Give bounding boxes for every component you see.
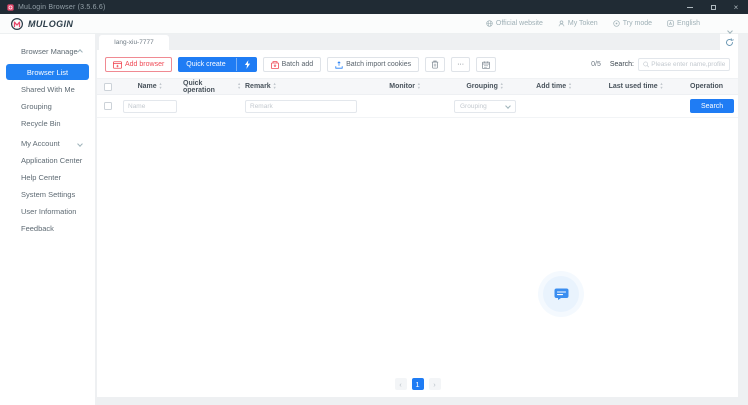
delete-button[interactable] bbox=[425, 57, 445, 72]
globe-icon bbox=[486, 20, 493, 27]
chevron-down-icon bbox=[727, 28, 733, 34]
column-header-last-used-time[interactable]: Last used time ▲▼ bbox=[587, 83, 685, 90]
nav-official-website[interactable]: Official website bbox=[486, 20, 543, 27]
pagination-prev-button[interactable]: ‹ bbox=[395, 378, 407, 390]
pagination-next-button[interactable]: › bbox=[429, 378, 441, 390]
sort-icon[interactable]: ▲▼ bbox=[237, 83, 241, 90]
mode-icon bbox=[613, 20, 620, 27]
ellipsis-icon: ··· bbox=[457, 61, 464, 68]
tab-active-profile[interactable]: lang-xiu-7777 bbox=[99, 35, 169, 50]
user-icon bbox=[558, 20, 565, 27]
filter-search-button[interactable]: Search bbox=[690, 99, 734, 113]
sort-icon[interactable]: ▲▼ bbox=[159, 83, 163, 90]
column-header-quick-operation[interactable]: Quick operation ▲▼ bbox=[181, 80, 243, 94]
toolbar: Add browser Quick create Batch add Batch… bbox=[97, 50, 738, 78]
import-cookies-icon bbox=[335, 61, 343, 69]
sidebar-item-browser-list[interactable]: Browser List bbox=[6, 64, 89, 80]
minimize-button[interactable] bbox=[685, 2, 695, 12]
sidebar-item-system-settings[interactable]: System Settings bbox=[0, 186, 95, 203]
search-icon bbox=[643, 61, 649, 68]
main-area: lang-xiu-7777 Add browser Quick create bbox=[95, 34, 748, 405]
titlebar: MuLogin Browser (3.5.6.6) × bbox=[0, 0, 748, 14]
more-actions-button[interactable]: ··· bbox=[451, 57, 470, 72]
batch-import-cookies-button[interactable]: Batch import cookies bbox=[327, 57, 419, 72]
sort-icon[interactable]: ▲▼ bbox=[273, 83, 277, 90]
sidebar-item-application-center[interactable]: Application Center bbox=[0, 152, 95, 169]
column-header-add-time[interactable]: Add time ▲▼ bbox=[521, 83, 587, 90]
select-all-checkbox[interactable] bbox=[104, 83, 112, 91]
chevron-up-icon bbox=[77, 49, 83, 55]
column-header-monitor[interactable]: Monitor ▲▼ bbox=[361, 83, 449, 90]
filter-row: Grouping Search bbox=[97, 95, 738, 118]
search-input[interactable] bbox=[651, 61, 725, 68]
sort-icon[interactable]: ▲▼ bbox=[417, 83, 421, 90]
selection-counter: 0/5 bbox=[591, 61, 601, 68]
global-search-box[interactable] bbox=[638, 58, 730, 71]
quick-create-button[interactable]: Quick create bbox=[178, 57, 256, 72]
column-header-grouping[interactable]: Grouping ▲▼ bbox=[449, 83, 521, 90]
column-header-name[interactable]: Name ▲▼ bbox=[119, 83, 181, 90]
chevron-down-icon bbox=[505, 103, 511, 109]
mulogin-logo-icon bbox=[10, 17, 24, 31]
brand-name: MULOGIN bbox=[28, 19, 73, 29]
column-header-operation: Operation bbox=[685, 83, 738, 90]
sidebar-item-feedback[interactable]: Feedback bbox=[0, 220, 95, 237]
sort-icon[interactable]: ▲▼ bbox=[568, 83, 572, 90]
sidebar: Browser Manage Browser List Shared With … bbox=[0, 34, 95, 405]
trash-icon bbox=[431, 60, 439, 69]
top-nav: Official website My Token Try mode Engli… bbox=[486, 20, 700, 27]
search-label: Search: bbox=[610, 61, 634, 68]
nav-my-token[interactable]: My Token bbox=[558, 20, 598, 27]
language-icon bbox=[667, 20, 674, 27]
app-header: MULOGIN Official website My Token Try mo… bbox=[0, 14, 748, 34]
sort-icon[interactable]: ▲▼ bbox=[500, 83, 504, 90]
tab-bar: lang-xiu-7777 bbox=[97, 34, 738, 50]
brand: MULOGIN bbox=[10, 17, 73, 31]
pagination-page-1[interactable]: 1 bbox=[412, 378, 424, 390]
browser-list-panel: Add browser Quick create Batch add Batch… bbox=[97, 50, 738, 397]
sidebar-item-grouping[interactable]: Grouping bbox=[0, 98, 95, 115]
nav-language[interactable]: English bbox=[667, 20, 700, 27]
sidebar-item-recycle-bin[interactable]: Recycle Bin bbox=[0, 115, 95, 132]
table-body bbox=[97, 118, 738, 371]
sidebar-item-help-center[interactable]: Help Center bbox=[0, 169, 95, 186]
sidebar-group-my-account[interactable]: My Account bbox=[0, 135, 95, 152]
sidebar-item-shared-with-me[interactable]: Shared With Me bbox=[0, 81, 95, 98]
sidebar-item-user-information[interactable]: User Information bbox=[0, 203, 95, 220]
filter-grouping-select[interactable]: Grouping bbox=[454, 100, 516, 113]
maximize-button[interactable] bbox=[708, 2, 718, 12]
pagination: ‹ 1 › bbox=[97, 371, 738, 397]
close-button[interactable]: × bbox=[731, 2, 741, 12]
sort-icon[interactable]: ▲▼ bbox=[660, 83, 664, 90]
chevron-down-icon bbox=[77, 141, 83, 147]
batch-add-button[interactable]: Batch add bbox=[263, 57, 322, 72]
table-header: Name ▲▼ Quick operation ▲▼ Remark ▲▼ Mon… bbox=[97, 78, 738, 95]
window-title: MuLogin Browser (3.5.6.6) bbox=[18, 4, 105, 11]
add-browser-button[interactable]: Add browser bbox=[105, 57, 172, 72]
column-settings-button[interactable] bbox=[476, 57, 496, 72]
filter-name-input[interactable] bbox=[123, 100, 177, 113]
refresh-icon bbox=[725, 38, 734, 47]
toolbar-right: 0/5 Search: bbox=[591, 58, 730, 71]
filter-remark-input[interactable] bbox=[245, 100, 357, 113]
sidebar-group-browser-manage[interactable]: Browser Manage bbox=[0, 43, 95, 60]
lightning-icon bbox=[244, 60, 251, 69]
batch-add-icon bbox=[271, 61, 279, 69]
app-icon bbox=[7, 4, 14, 11]
quick-create-dropdown[interactable] bbox=[240, 60, 256, 69]
chat-support-button[interactable] bbox=[543, 276, 579, 312]
column-header-remark[interactable]: Remark ▲▼ bbox=[243, 83, 361, 90]
chat-icon bbox=[554, 288, 569, 301]
nav-try-mode[interactable]: Try mode bbox=[613, 20, 652, 27]
add-browser-icon bbox=[113, 61, 122, 69]
row-checkbox[interactable] bbox=[104, 102, 112, 110]
calendar-icon bbox=[482, 61, 490, 69]
header-collapse-button[interactable] bbox=[728, 20, 732, 38]
